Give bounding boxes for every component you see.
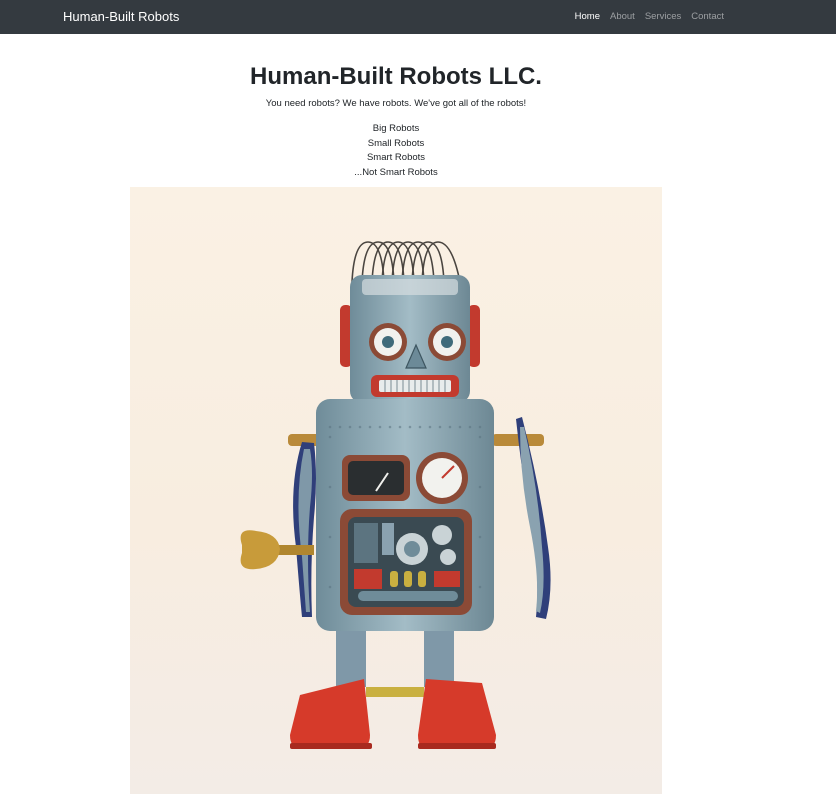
nav-link-services[interactable]: Services (645, 11, 681, 22)
brand-link[interactable]: Human-Built Robots (63, 9, 179, 24)
feature-item-smart: Smart Robots (366, 152, 426, 163)
nav-links: Home About Services Contact (575, 11, 724, 22)
nav-link-about[interactable]: About (610, 11, 635, 22)
feature-item-big: Big Robots (372, 123, 420, 134)
page-title: Human-Built Robots LLC. (250, 63, 542, 90)
hero-image (130, 187, 662, 794)
leg-right (424, 631, 454, 687)
nav-link-home[interactable]: Home (575, 11, 600, 22)
leg-left (336, 631, 366, 687)
nav-link-contact[interactable]: Contact (691, 11, 724, 22)
feature-list: Big Robots Small Robots Smart Robots ...… (0, 122, 792, 180)
feature-item-small: Small Robots (367, 137, 425, 149)
feature-item-not-smart: ...Not Smart Robots (354, 166, 438, 178)
tagline: You need robots? We have robots. We've g… (265, 98, 527, 109)
robot-toy-illustration (130, 187, 662, 794)
navbar: Human-Built Robots Home About Services C… (0, 0, 836, 34)
